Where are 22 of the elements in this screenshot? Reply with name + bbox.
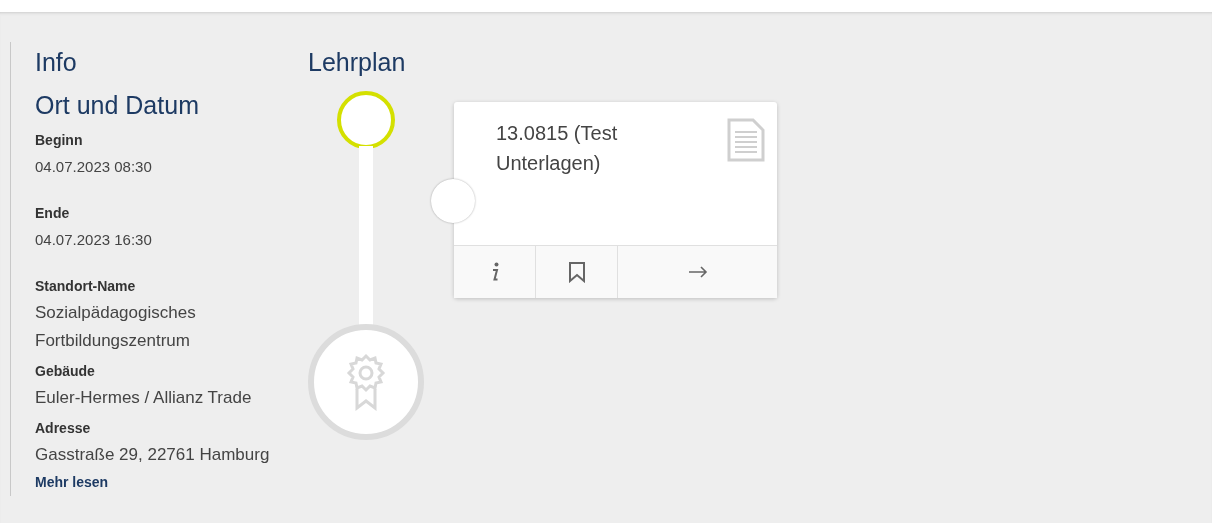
- module-node: [431, 179, 475, 223]
- read-more-link[interactable]: Mehr lesen: [35, 474, 109, 490]
- field-label: Gebäude: [35, 362, 96, 381]
- arrow-right-icon: [687, 266, 708, 278]
- bookmark-icon: [567, 261, 586, 283]
- field-label: Standort-Name: [35, 277, 137, 296]
- field-value: Sozialpädagogisches: [35, 302, 197, 324]
- document-icon: [727, 118, 765, 162]
- curriculum-heading: Lehrplan: [308, 47, 407, 75]
- field-value: 04.07.2023 08:30: [35, 157, 153, 177]
- field-label: Beginn: [35, 131, 84, 150]
- field-value: 04.07.2023 16:30: [35, 230, 153, 250]
- field-value: Euler-Hermes / Allianz Trade: [35, 387, 253, 409]
- field-value: Fortbildungszentrum: [35, 330, 191, 352]
- info-heading: Info: [35, 47, 78, 75]
- section-title: Ort und Datum: [35, 90, 200, 118]
- module-card[interactable]: 13.0815 (Test Unterlagen): [454, 102, 777, 298]
- field-value: Gasstraße 29, 22761 Hamburg: [35, 444, 271, 466]
- award-icon: [344, 353, 388, 411]
- field-label: Ende: [35, 204, 71, 223]
- field-label: Adresse: [35, 419, 92, 438]
- module-title: 13.0815 (Test Unterlagen): [496, 121, 619, 176]
